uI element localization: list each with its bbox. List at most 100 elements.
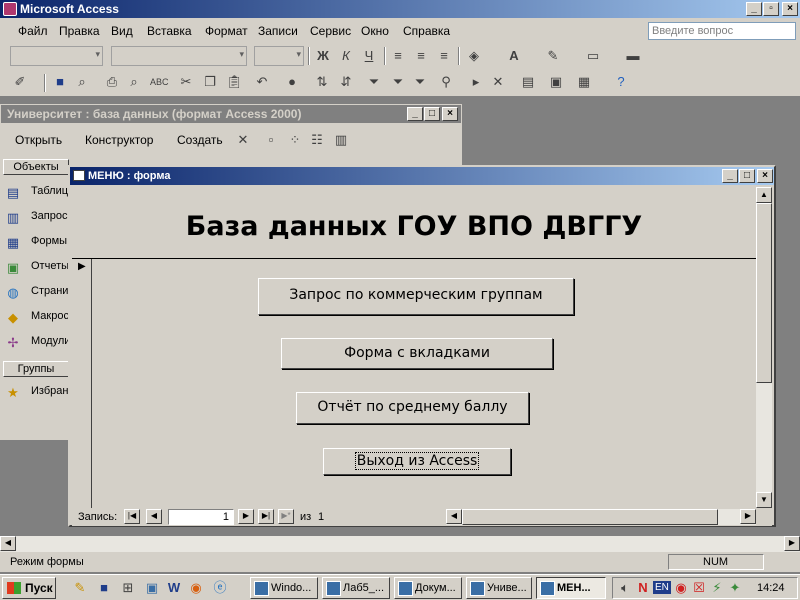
record-selector[interactable]: ▶ <box>72 259 92 508</box>
groups-header[interactable]: Группы <box>3 361 69 377</box>
tray-network-icon[interactable]: ⚡ <box>709 580 725 596</box>
object-combo[interactable] <box>10 46 103 66</box>
previous-record-icon[interactable]: ◀ <box>146 509 162 524</box>
border-width-icon[interactable]: ▭ <box>585 48 601 64</box>
copy-icon[interactable]: ❐ <box>202 74 218 90</box>
language-indicator[interactable]: EN <box>653 581 671 594</box>
vertical-scroll-thumb[interactable] <box>756 203 772 383</box>
large-icons-icon[interactable]: ▫ <box>263 132 279 148</box>
tray-x-icon[interactable]: ☒ <box>691 580 707 596</box>
print-preview-icon[interactable]: ⌕ <box>126 74 142 90</box>
horizontal-scroll-thumb[interactable] <box>462 509 718 525</box>
menu-records[interactable]: Записи <box>258 24 298 38</box>
details-icon[interactable]: ▥ <box>333 132 349 148</box>
print-icon[interactable]: ⎙ <box>104 74 120 90</box>
objects-pages[interactable]: Страни <box>31 285 68 297</box>
line-color-icon[interactable]: ✎ <box>545 48 561 64</box>
align-left-icon[interactable]: ≡ <box>390 48 406 64</box>
quicklaunch-firefox-icon[interactable]: ◉ <box>188 580 204 596</box>
restore-icon[interactable]: ▫ <box>763 2 779 16</box>
ask-question-input[interactable]: Введите вопрос <box>648 22 796 40</box>
first-record-icon[interactable]: |◀ <box>124 509 140 524</box>
apply-filter-icon[interactable]: ⏷ <box>412 74 428 90</box>
find-icon[interactable]: ⚲ <box>438 74 454 90</box>
undo-icon[interactable]: ↶ <box>254 74 270 90</box>
close-icon[interactable]: × <box>782 2 798 16</box>
average-score-report-button[interactable]: Отчёт по среднему баллу <box>296 392 529 424</box>
task-windows[interactable]: Windo... <box>250 577 318 599</box>
form-vertical-scrollbar[interactable]: ▲ ▼ <box>756 187 772 508</box>
quicklaunch-network-icon[interactable]: ⊞ <box>120 580 136 596</box>
form-minimize-icon[interactable]: _ <box>722 169 738 183</box>
new-object-icon[interactable]: ▦ <box>576 74 592 90</box>
office-links-icon[interactable]: ● <box>284 74 300 90</box>
search-file-icon[interactable]: ⌕ <box>74 74 90 90</box>
current-record-field[interactable]: 1 <box>168 509 234 525</box>
objects-tables[interactable]: Таблиц <box>31 185 68 197</box>
menu-format[interactable]: Формат <box>205 24 248 38</box>
objects-header[interactable]: Объекты <box>3 159 69 175</box>
tray-n-icon[interactable]: N <box>635 580 651 596</box>
new-record-icon[interactable]: ▸ <box>468 74 484 90</box>
db-new-button[interactable]: Создать <box>177 133 223 147</box>
underline-icon[interactable]: Ч <box>361 48 377 64</box>
menu-edit[interactable]: Правка <box>59 24 100 38</box>
scroll-right-icon[interactable]: ▶ <box>740 509 756 524</box>
commercial-groups-query-button[interactable]: Запрос по коммерческим группам <box>258 278 574 315</box>
bold-icon[interactable]: Ж <box>315 48 331 64</box>
tray-antivirus-icon[interactable]: ◉ <box>673 580 689 596</box>
form-maximize-icon[interactable]: □ <box>739 169 755 183</box>
db-open-button[interactable]: Открыть <box>15 133 62 147</box>
db-minimize-icon[interactable]: _ <box>407 107 423 121</box>
task-menu-form[interactable]: МЕН... <box>536 577 606 599</box>
main-scroll-left-icon[interactable]: ◀ <box>0 536 16 551</box>
groups-favorites[interactable]: Избран <box>31 385 68 397</box>
db-delete-icon[interactable]: ✕ <box>235 132 251 148</box>
new-record-nav-icon[interactable]: ▶* <box>278 509 294 524</box>
align-center-icon[interactable]: ≡ <box>413 48 429 64</box>
align-right-icon[interactable]: ≡ <box>436 48 452 64</box>
quicklaunch-word-icon[interactable]: W <box>166 580 182 596</box>
last-record-icon[interactable]: ▶| <box>258 509 274 524</box>
font-combo[interactable] <box>111 46 247 66</box>
list-icon[interactable]: ☷ <box>309 132 325 148</box>
form-close-icon[interactable]: × <box>757 169 773 183</box>
fill-color-icon[interactable]: ◈ <box>466 48 482 64</box>
save-icon[interactable]: ■ <box>52 74 68 90</box>
tray-app-icon[interactable]: ✦ <box>727 580 743 596</box>
scroll-up-icon[interactable]: ▲ <box>756 187 772 203</box>
menu-insert[interactable]: Вставка <box>147 24 192 38</box>
exit-access-button[interactable]: Выход из Access <box>323 448 511 475</box>
font-size-combo[interactable] <box>254 46 304 66</box>
db-design-button[interactable]: Конструктор <box>85 133 153 147</box>
start-button[interactable]: Пуск <box>2 577 56 599</box>
menu-tools[interactable]: Сервис <box>310 24 351 38</box>
font-color-icon[interactable]: A <box>506 48 522 64</box>
sort-ascending-icon[interactable]: ⇅ <box>314 74 330 90</box>
filter-by-selection-icon[interactable]: ⏷ <box>366 74 382 90</box>
form-horizontal-scrollbar[interactable]: ◀ ▶ <box>446 509 756 525</box>
objects-queries[interactable]: Запрос <box>31 210 67 222</box>
spelling-icon[interactable]: ABC <box>150 74 169 90</box>
small-icons-icon[interactable]: ⁘ <box>287 132 303 148</box>
menu-view[interactable]: Вид <box>111 24 133 38</box>
filter-by-form-icon[interactable]: ⏷ <box>390 74 406 90</box>
objects-modules[interactable]: Модули <box>31 335 70 347</box>
minimize-icon[interactable]: _ <box>746 2 762 16</box>
task-lab5[interactable]: Лаб5_... <box>322 577 390 599</box>
special-effect-icon[interactable]: ▬ <box>625 48 641 64</box>
volume-icon[interactable]: 🔈︎ <box>617 580 633 596</box>
task-university-db[interactable]: Униве... <box>466 577 532 599</box>
properties-icon[interactable]: ▤ <box>520 74 536 90</box>
view-icon[interactable]: ✐ <box>12 74 28 90</box>
main-scroll-right-icon[interactable]: ▶ <box>784 536 800 551</box>
db-close-icon[interactable]: × <box>442 107 458 121</box>
quicklaunch-ie-icon[interactable]: ⓔ <box>212 580 228 596</box>
delete-record-icon[interactable]: ✕ <box>490 74 506 90</box>
sort-descending-icon[interactable]: ⇵ <box>338 74 354 90</box>
objects-reports[interactable]: Отчеты <box>31 260 69 272</box>
menu-window[interactable]: Окно <box>361 24 389 38</box>
paste-icon[interactable]: 📋︎ <box>226 74 243 90</box>
help-icon[interactable]: ? <box>613 74 629 90</box>
scroll-down-icon[interactable]: ▼ <box>756 492 772 508</box>
